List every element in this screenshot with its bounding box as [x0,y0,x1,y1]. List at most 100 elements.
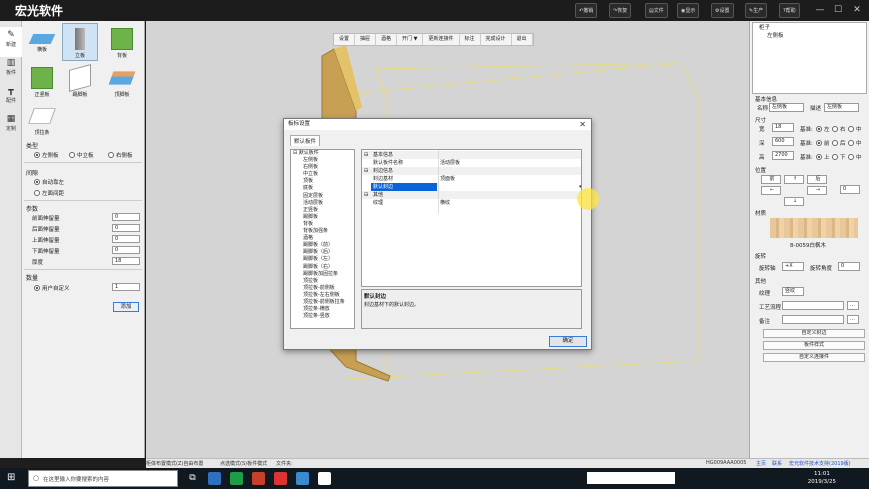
tree-item[interactable]: 中立板 [291,171,354,178]
pos-up-button[interactable]: ↑ [784,175,804,184]
ok-button[interactable]: 确定 [549,336,587,347]
production-menu-button[interactable]: ✎ 生产 [745,3,768,18]
pos-back-button[interactable]: 后 [807,175,827,184]
note-input[interactable] [782,315,844,324]
add-button[interactable]: 添加 [113,302,139,312]
tree-item[interactable]: 踢脚板 [291,214,354,221]
tree-item[interactable]: 活动层板 [291,200,354,207]
settings-menu-button[interactable]: ⚙ 设置 [711,3,734,18]
board-type-back[interactable]: 背板 [104,24,140,62]
note-browse-button[interactable]: … [847,315,859,324]
width-base-center[interactable]: 中 [848,125,862,133]
grain-select[interactable]: 竖纹 [782,287,804,296]
vt-finish-design-button[interactable]: 完成设计 [481,34,512,45]
material-swatch[interactable] [770,218,858,238]
custom-connector-button[interactable]: 自定义连接件 [763,353,865,362]
help-menu-button[interactable]: ? 帮助 [779,3,800,18]
tree-item[interactable]: 顶拉板-左右侧板 [291,292,354,299]
width-input[interactable]: 18 [772,123,794,132]
grid-category-row[interactable]: 基本信息 ⊟ [362,151,581,159]
undo-button[interactable]: ↶ 撤销 [575,3,598,18]
radio-left-gap[interactable]: 左面间距 [34,189,64,197]
tree-item[interactable]: 顶拉板-前侧板 [291,285,354,292]
bottom-extend-input[interactable]: 0 [112,246,140,254]
tab-boards[interactable]: ▥ 板件 [0,55,22,85]
tree-item[interactable]: 背板加强条 [291,228,354,235]
tree-item[interactable]: 固定层板 [291,193,354,200]
quantity-input[interactable]: 1 [112,283,140,291]
wechat-icon[interactable] [230,472,243,485]
grid-value[interactable]: 活动层板 [440,159,460,167]
top-extend-input[interactable]: 0 [112,235,140,243]
minimize-button[interactable]: — [812,3,828,17]
height-base-center[interactable]: 中 [848,153,862,161]
width-base-right[interactable]: 右 [832,125,846,133]
tab-custom[interactable]: ▦ 定制 [0,111,22,141]
board-type-vertical[interactable]: 立板 [62,23,98,61]
grid-property-row[interactable]: 封边基材 顶面板 [362,175,581,183]
board-tree[interactable]: ⊟ 默认板件 左侧板 右侧板 中立板 顶板 底板 固定层板 活动层板 正竖板 踢脚板 背板 背板加强… [290,149,355,329]
taskbar-search-box[interactable]: ○ 在这里输入你要搜索的内容 [28,470,178,487]
pos-right-button[interactable]: → [807,186,827,195]
tree-item[interactable]: 顶拉条-竖放 [291,313,354,320]
vt-settings-button[interactable]: 设置 [334,34,356,45]
vt-exit-button[interactable]: 退出 [512,34,533,45]
pos-step-input[interactable]: 0 [840,185,860,194]
name-input[interactable]: 左侧板 [769,103,804,112]
tree-item[interactable]: 背板 [291,221,354,228]
collapse-icon[interactable]: ⊟ [364,167,368,175]
object-tree[interactable]: 柜子 左侧板 [752,22,867,94]
grid-property-row[interactable]: 默认板件名称 活动层板 [362,159,581,167]
tab-hardware[interactable]: ┳ 配件 [0,83,22,113]
tree-item[interactable]: 踢脚板（左） [291,256,354,263]
tab-default-boards[interactable]: 默认板件 [290,135,321,146]
custom-edge-button[interactable]: 自定义封边 [763,329,865,338]
file-menu-button[interactable]: ▤ 文件 [645,3,668,18]
tree-item[interactable]: 右侧板 [291,164,354,171]
height-input[interactable]: 2700 [772,151,794,160]
desc-input[interactable]: 左侧板 [824,103,859,112]
height-base-top[interactable]: 上 [816,153,830,161]
tree-item-cabinet[interactable]: 柜子 [753,23,866,31]
board-style-button[interactable]: 板件样式 [763,341,865,350]
maximize-button[interactable]: ☐ [830,3,846,17]
media-icon[interactable] [318,472,331,485]
grid-category-row[interactable]: 封边信息 ⊟ [362,167,581,175]
tree-item-left-side[interactable]: 左侧板 [753,31,866,39]
grid-property-row[interactable]: 纹理 横纹 [362,199,581,207]
home-link[interactable]: 主页 [756,460,766,467]
app-red-icon[interactable] [274,472,287,485]
depth-base-center[interactable]: 中 [848,139,862,147]
board-type-horizontal[interactable]: 横板 [24,24,60,62]
tree-item[interactable]: 顶拉板-前侧板拉条 [291,299,354,306]
redo-button[interactable]: ↷ 恢复 [609,3,632,18]
depth-base-back[interactable]: 后 [832,139,846,147]
radio-right-side[interactable]: 右侧板 [108,151,133,159]
vt-wine-rack-button[interactable]: 酒格 [376,34,398,45]
display-menu-button[interactable]: ◉ 显示 [677,3,700,18]
board-type-kickboard[interactable]: 踢脚板 [62,63,98,101]
close-button[interactable]: ✕ [849,3,865,17]
taskbar-address-box[interactable] [587,472,675,484]
grid-category-row[interactable]: 其他 ⊟ [362,191,581,199]
tree-item[interactable]: 顶板 [291,178,354,185]
grid-value[interactable]: 顶面板 [440,175,455,183]
rotate-axis-select[interactable]: +X [782,262,804,271]
process-browse-button[interactable]: … [847,301,859,310]
support-link[interactable]: 宏光软件技术支持(2019版) [789,460,851,467]
ppt-icon[interactable] [252,472,265,485]
browser-icon[interactable] [208,472,221,485]
vt-drawer-button[interactable]: 抽屉 [355,34,377,45]
clock[interactable]: 11:01 2019/3/25 [808,470,836,486]
tree-item[interactable]: 左侧板 [291,157,354,164]
vt-dimension-button[interactable]: 标注 [460,34,481,45]
rotate-angle-input[interactable]: 0 [838,262,860,271]
pos-down-button[interactable]: ↓ [784,197,804,206]
collapse-icon[interactable]: ⊟ [364,191,368,199]
tree-item[interactable]: 踢脚板加固拉条 [291,271,354,278]
pos-front-button[interactable]: 前 [761,175,781,184]
tree-item[interactable]: 正竖板 [291,207,354,214]
radio-user-defined[interactable]: 用户自定义 [34,284,70,292]
depth-base-front[interactable]: 前 [816,139,830,147]
board-type-top-kick[interactable]: 顶脚板 [104,63,140,101]
